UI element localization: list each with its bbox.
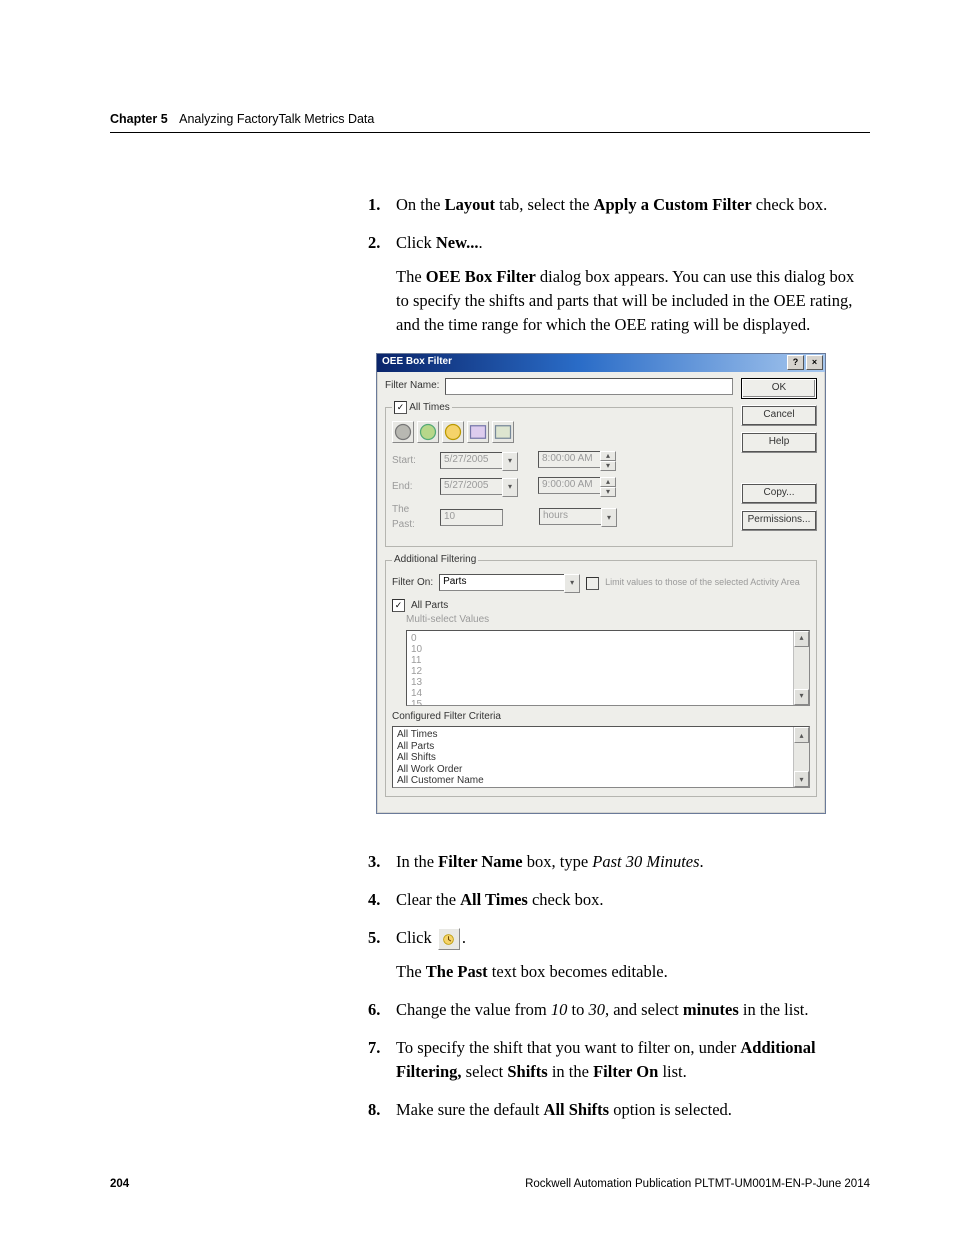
list-item[interactable]: 14: [411, 688, 805, 699]
close-icon[interactable]: ×: [806, 355, 823, 370]
oee-box-filter-dialog: OEE Box Filter ? × Filter Name:: [376, 353, 826, 815]
filter-on-label: Filter On:: [392, 576, 433, 591]
calendar-icon[interactable]: [467, 421, 489, 443]
clock-yellow-icon[interactable]: [442, 421, 464, 443]
publication-line: Rockwell Automation Publication PLTMT-UM…: [525, 1178, 870, 1190]
dropdown-icon[interactable]: ▾: [601, 508, 617, 527]
scroll-down-icon[interactable]: ▾: [794, 689, 809, 705]
step-number: 7.: [368, 1036, 396, 1084]
scroll-up-icon[interactable]: ▴: [794, 631, 809, 647]
clock-gray-icon[interactable]: [392, 421, 414, 443]
all-times-label: All Times: [409, 402, 450, 413]
help-icon[interactable]: ?: [787, 355, 804, 370]
spinner-down-icon[interactable]: ▾: [600, 487, 616, 497]
calendar-alt-icon[interactable]: [492, 421, 514, 443]
dropdown-icon[interactable]: ▾: [502, 478, 518, 497]
list-item: All Customer Name: [397, 775, 805, 787]
dropdown-icon[interactable]: ▾: [502, 452, 518, 471]
list-item[interactable]: 10: [411, 644, 805, 655]
additional-filtering-label: Additional Filtering: [392, 553, 478, 568]
list-item[interactable]: 0: [411, 633, 805, 644]
list-item[interactable]: 11: [411, 655, 805, 666]
step-5: Click . The The Past text box becomes ed…: [396, 926, 868, 984]
list-item[interactable]: 13: [411, 677, 805, 688]
end-label: End:: [392, 480, 434, 495]
end-date-input[interactable]: 5/27/2005: [440, 478, 502, 495]
step-4: Clear the All Times check box.: [396, 888, 868, 912]
dropdown-icon[interactable]: ▾: [564, 574, 580, 593]
ok-button[interactable]: OK: [741, 378, 817, 399]
step-number: 8.: [368, 1098, 396, 1122]
cancel-button[interactable]: Cancel: [741, 405, 817, 426]
step-7: To specify the shift that you want to fi…: [396, 1036, 868, 1084]
step-number: 4.: [368, 888, 396, 912]
step-6: Change the value from 10 to 30, and sele…: [396, 998, 868, 1022]
past-unit-select[interactable]: hours: [539, 508, 601, 525]
values-listbox[interactable]: 0 10 11 12 13 14 15 ▴ ▾: [406, 630, 810, 706]
running-header: Chapter 5 Analyzing FactoryTalk Metrics …: [110, 112, 870, 126]
all-times-checkbox[interactable]: ✓: [394, 401, 407, 414]
spinner-down-icon[interactable]: ▾: [600, 461, 616, 471]
chapter-label: Chapter 5: [110, 112, 168, 126]
help-button[interactable]: Help: [741, 432, 817, 453]
list-item: All Shifts: [397, 752, 805, 764]
end-time-input[interactable]: 9:00:00 AM: [538, 477, 600, 494]
start-time-input[interactable]: 8:00:00 AM: [538, 451, 600, 468]
start-date-input[interactable]: 5/27/2005: [440, 452, 502, 469]
clock-green-icon[interactable]: [417, 421, 439, 443]
start-label: Start:: [392, 454, 434, 469]
past-label: The Past:: [392, 503, 434, 532]
filter-name-input[interactable]: [445, 378, 733, 395]
list-item[interactable]: 12: [411, 666, 805, 677]
list-item: All Work Order: [397, 764, 805, 776]
all-parts-label: All Parts: [411, 599, 448, 614]
dialog-titlebar: OEE Box Filter ? ×: [377, 354, 825, 372]
list-item: All Parts: [397, 741, 805, 753]
all-parts-checkbox[interactable]: ✓: [392, 599, 405, 612]
time-preset-toolbar: [392, 421, 726, 443]
step-2: Click New.... The OEE Box Filter dialog …: [396, 231, 868, 836]
header-rule: [110, 132, 870, 133]
scroll-up-icon[interactable]: ▴: [794, 727, 809, 743]
page-number: 204: [110, 1178, 129, 1190]
all-times-group: ✓ All Times: [385, 401, 733, 548]
list-item[interactable]: 15: [411, 699, 805, 706]
step-number: 3.: [368, 850, 396, 874]
criteria-listbox[interactable]: All Times All Parts All Shifts All Work …: [392, 726, 810, 788]
step-number: 6.: [368, 998, 396, 1022]
limit-values-checkbox[interactable]: [586, 577, 599, 590]
dialog-title: OEE Box Filter: [382, 355, 452, 370]
list-item: All Times: [397, 729, 805, 741]
page-footer: 204 Rockwell Automation Publication PLTM…: [110, 1178, 870, 1190]
past-value-input[interactable]: 10: [440, 509, 503, 526]
copy-button[interactable]: Copy...: [741, 483, 817, 504]
chapter-title: Analyzing FactoryTalk Metrics Data: [179, 112, 374, 126]
scroll-down-icon[interactable]: ▾: [794, 771, 809, 787]
filter-name-label: Filter Name:: [385, 379, 439, 394]
step-number: 1.: [368, 193, 396, 217]
step-1: On the Layout tab, select the Apply a Cu…: [396, 193, 868, 217]
clock-yellow-icon: [438, 928, 460, 950]
step-3: In the Filter Name box, type Past 30 Min…: [396, 850, 868, 874]
step-number: 5.: [368, 926, 396, 984]
step-8: Make sure the default All Shifts option …: [396, 1098, 868, 1122]
permissions-button[interactable]: Permissions...: [741, 510, 817, 531]
filter-on-select[interactable]: Parts: [439, 574, 564, 591]
